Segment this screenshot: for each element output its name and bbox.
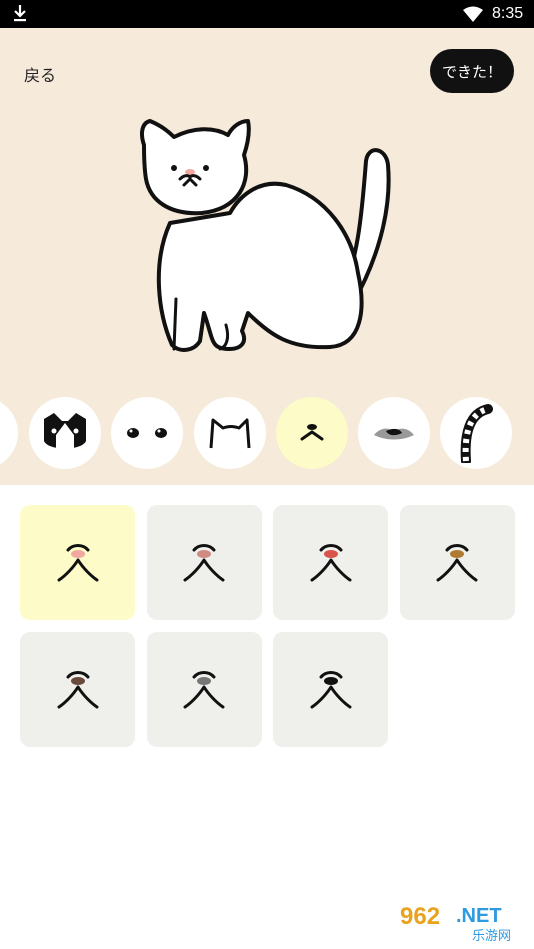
- part-fur-pattern[interactable]: [29, 397, 101, 469]
- mouth-option-tile[interactable]: [273, 632, 388, 747]
- mouth-option-tile[interactable]: [146, 632, 262, 747]
- mouth-option-tile[interactable]: [273, 505, 388, 620]
- mouth-option-icon: [310, 543, 351, 581]
- mouth-option-icon: [436, 543, 478, 581]
- part-mouth[interactable]: [276, 397, 348, 469]
- mouth-option-icon: [310, 670, 351, 708]
- nose-color-swatch: [197, 549, 211, 558]
- parts-selector: [0, 397, 534, 471]
- nose-color-swatch: [323, 676, 338, 685]
- mouth-option-tile[interactable]: [399, 505, 515, 620]
- status-bar: 8:35: [0, 0, 534, 28]
- watermark-suffix: .NET: [456, 905, 502, 927]
- done-button[interactable]: できた！: [430, 49, 514, 93]
- download-icon: [14, 5, 26, 22]
- mouth-option-tile[interactable]: [20, 505, 135, 620]
- back-button[interactable]: 戻る: [24, 62, 56, 86]
- status-time: 8:35: [492, 5, 524, 22]
- watermark-number: 962: [400, 903, 440, 930]
- mouth-option-tile[interactable]: [20, 632, 135, 747]
- part-ears[interactable]: [194, 397, 266, 469]
- part-nose-mustache[interactable]: [358, 397, 430, 469]
- mouth-option-icon: [57, 670, 98, 708]
- part-eyes[interactable]: [111, 397, 183, 469]
- nose-color-swatch: [323, 549, 338, 558]
- nose-color-swatch: [70, 676, 85, 685]
- part-tail-partial[interactable]: [0, 397, 18, 469]
- part-tail-striped[interactable]: [440, 397, 512, 469]
- mouth-icon: [300, 424, 324, 441]
- cat-nose: [185, 169, 195, 175]
- mouth-option-icon: [183, 670, 225, 708]
- preview-panel: 戻る できた！: [0, 28, 534, 485]
- mouth-option-tile[interactable]: [146, 505, 262, 620]
- wifi-icon: [463, 6, 483, 22]
- nose-mustache-icon: [374, 428, 414, 440]
- tail-striped-icon: [460, 404, 493, 463]
- nose-color-swatch: [450, 549, 464, 558]
- nose-color-swatch: [70, 549, 85, 558]
- cat-icon: [140, 119, 391, 352]
- ears-icon: [209, 418, 251, 449]
- eyes-icon: [127, 428, 167, 438]
- watermark-site: 乐游网: [472, 929, 511, 944]
- tail-partial-icon: [0, 413, 2, 453]
- done-button-label: できた！: [441, 62, 502, 81]
- nose-color-swatch: [197, 676, 211, 685]
- mouth-option-icon: [57, 543, 98, 581]
- site-watermark: 962 .NET 乐游网: [394, 898, 530, 944]
- mouth-option-icon: [183, 543, 225, 581]
- fur-pattern-icon: [44, 413, 86, 451]
